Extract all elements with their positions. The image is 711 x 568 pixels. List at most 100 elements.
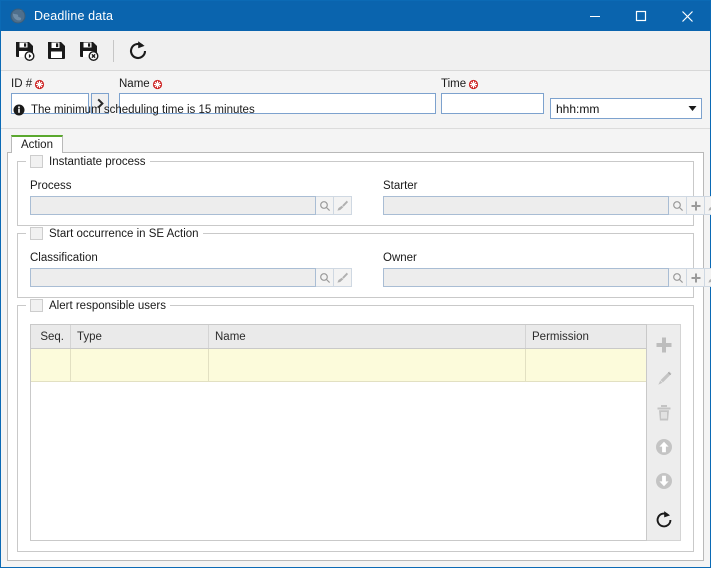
magnifier-icon xyxy=(672,200,683,211)
magnifier-icon xyxy=(319,272,330,283)
cell-name xyxy=(209,349,526,381)
owner-clear-button[interactable] xyxy=(705,268,711,287)
time-format-select[interactable]: hhh:mm xyxy=(550,98,702,119)
starter-search-button[interactable] xyxy=(669,196,687,215)
info-icon xyxy=(13,104,25,116)
move-up-button[interactable] xyxy=(648,430,680,464)
group-instantiate-process: Instantiate process Process Starter xyxy=(17,154,711,226)
owner-input[interactable] xyxy=(383,268,669,287)
brush-icon xyxy=(337,200,348,211)
table-side-toolbar xyxy=(647,324,681,541)
refresh-button[interactable] xyxy=(122,35,154,67)
starter-lookup xyxy=(383,196,711,215)
time-field-label-row: Time xyxy=(441,77,544,91)
group-alert-responsible-users-title: Alert responsible users xyxy=(49,299,166,312)
save-and-close-button[interactable] xyxy=(73,35,105,67)
save-close-icon xyxy=(80,41,99,61)
window-controls xyxy=(572,1,710,31)
time-format-value: hhh:mm xyxy=(556,101,600,116)
classification-field: Classification xyxy=(30,252,352,287)
add-row-button[interactable] xyxy=(648,328,680,362)
cell-seq xyxy=(31,349,71,381)
starter-add-button[interactable] xyxy=(687,196,705,215)
start-occurrence-checkbox[interactable] xyxy=(30,227,43,240)
cell-permission xyxy=(526,349,646,381)
group-start-occurrence-header: Start occurrence in SE Action xyxy=(26,226,203,241)
header-field-bar: ID # Name Time hhh:mm The minimum schedu… xyxy=(1,71,710,129)
edit-row-button[interactable] xyxy=(648,362,680,396)
plus-icon xyxy=(656,337,671,353)
table-body xyxy=(31,349,646,540)
titlebar: Deadline data xyxy=(1,1,710,31)
classification-clear-button[interactable] xyxy=(334,268,352,287)
brush-icon xyxy=(337,272,348,283)
starter-clear-button[interactable] xyxy=(705,196,711,215)
column-header-permission[interactable]: Permission xyxy=(526,325,646,348)
trash-icon xyxy=(657,405,670,421)
column-header-name[interactable]: Name xyxy=(209,325,526,348)
arrow-down-circle-icon xyxy=(655,473,672,489)
refresh-grid-button[interactable] xyxy=(648,503,680,537)
save-icon xyxy=(48,41,65,59)
classification-lookup xyxy=(30,268,352,287)
group-start-occurrence-title: Start occurrence in SE Action xyxy=(49,227,199,240)
responsible-users-table-wrap: Seq. Type Name Permission xyxy=(30,324,681,541)
info-message: The minimum scheduling time is 15 minute… xyxy=(13,104,255,116)
owner-add-button[interactable] xyxy=(687,268,705,287)
magnifier-icon xyxy=(319,200,330,211)
required-marker-icon xyxy=(152,79,162,89)
group-start-occurrence: Start occurrence in SE Action Classifica… xyxy=(17,226,711,298)
column-header-type[interactable]: Type xyxy=(71,325,209,348)
toolbar xyxy=(1,31,710,71)
instantiate-process-fields: Process Starter xyxy=(30,180,711,215)
brush-icon xyxy=(708,279,711,283)
classification-input[interactable] xyxy=(30,268,316,287)
process-label: Process xyxy=(30,180,72,192)
group-instantiate-process-header: Instantiate process xyxy=(26,154,150,169)
process-clear-button[interactable] xyxy=(334,196,352,215)
maximize-button[interactable] xyxy=(618,1,664,31)
process-lookup xyxy=(30,196,352,215)
process-field: Process xyxy=(30,180,352,215)
window-title: Deadline data xyxy=(34,9,114,23)
classification-search-button[interactable] xyxy=(316,268,334,287)
group-alert-responsible-users-header: Alert responsible users xyxy=(26,298,170,313)
refresh-icon xyxy=(130,40,147,59)
id-field-label-row: ID # xyxy=(11,77,109,91)
time-input[interactable] xyxy=(441,93,544,114)
save-and-new-button[interactable] xyxy=(9,35,41,67)
id-field-label: ID # xyxy=(11,78,33,90)
group-instantiate-process-title: Instantiate process xyxy=(49,155,146,168)
time-field-group: Time xyxy=(441,77,544,114)
starter-label: Starter xyxy=(383,180,418,192)
plus-icon xyxy=(691,201,700,210)
required-marker-icon xyxy=(469,79,479,89)
close-button[interactable] xyxy=(664,1,710,31)
instantiate-process-checkbox[interactable] xyxy=(30,155,43,168)
name-field-label: Name xyxy=(119,78,150,90)
alert-responsible-users-checkbox[interactable] xyxy=(30,299,43,312)
table-row[interactable] xyxy=(31,349,646,382)
delete-row-button[interactable] xyxy=(648,396,680,430)
tab-panel-action: Instantiate process Process Starter Star… xyxy=(7,152,711,561)
process-input[interactable] xyxy=(30,196,316,215)
arrow-up-circle-icon xyxy=(655,439,672,455)
owner-lookup xyxy=(383,268,711,287)
save-button[interactable] xyxy=(41,35,73,67)
starter-field: Starter xyxy=(383,180,711,215)
owner-search-button[interactable] xyxy=(669,268,687,287)
classification-label: Classification xyxy=(30,252,98,264)
toolbar-divider xyxy=(113,39,114,62)
starter-input[interactable] xyxy=(383,196,669,215)
refresh-icon xyxy=(656,511,671,528)
required-marker-icon xyxy=(35,79,45,89)
maximize-icon xyxy=(635,10,647,22)
tab-action[interactable]: Action xyxy=(11,135,63,153)
move-down-button[interactable] xyxy=(648,464,680,498)
globe-icon xyxy=(10,8,26,24)
column-header-seq[interactable]: Seq. xyxy=(31,325,71,348)
info-message-text: The minimum scheduling time is 15 minute… xyxy=(31,104,255,116)
save-new-icon xyxy=(16,41,35,61)
process-search-button[interactable] xyxy=(316,196,334,215)
minimize-button[interactable] xyxy=(572,1,618,31)
